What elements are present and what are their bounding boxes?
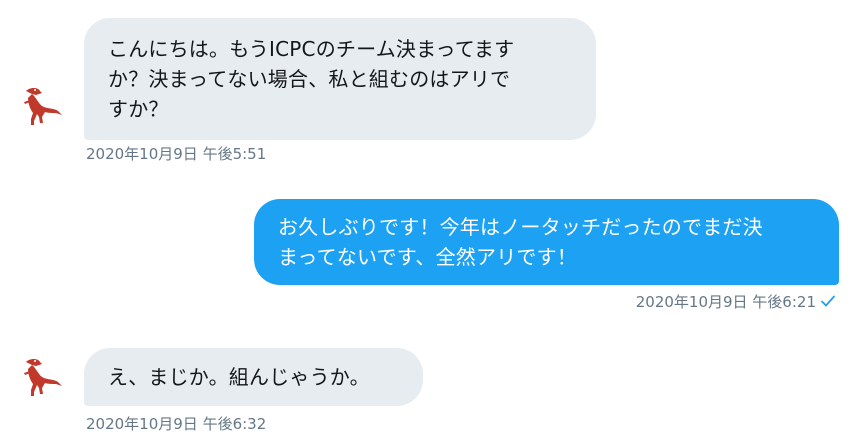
message-bubble[interactable]: お久しぶりです！今年はノータッチだったのでまだ決 まってないです、全然アリです！ [254,199,839,285]
message-timestamp: 2020年10月9日 午後6:32 [86,415,267,433]
message-timestamp: 2020年10月9日 午後5:51 [86,145,267,163]
avatar[interactable] [12,346,70,404]
message-bubble[interactable]: こんにちは。もうICPCのチーム決まってます か？決まってない場合、私と組むのは… [84,18,596,140]
message-bubble[interactable]: え、まじか。組んじゃうか。 [84,348,423,406]
avatar[interactable] [12,75,70,133]
message-text: こんにちは。もうICPCのチーム決まってます か？決まってない場合、私と組むのは… [108,37,515,121]
raptor-dinosaur-icon [24,88,62,125]
message-timestamp: 2020年10月9日 午後6:21 [636,292,836,313]
raptor-dinosaur-icon [24,359,62,396]
message-text: お久しぶりです！今年はノータッチだったのでまだ決 まってないです、全然アリです！ [278,215,763,269]
checkmark-icon [820,293,836,313]
message-text: え、まじか。組んじゃうか。 [108,365,370,389]
